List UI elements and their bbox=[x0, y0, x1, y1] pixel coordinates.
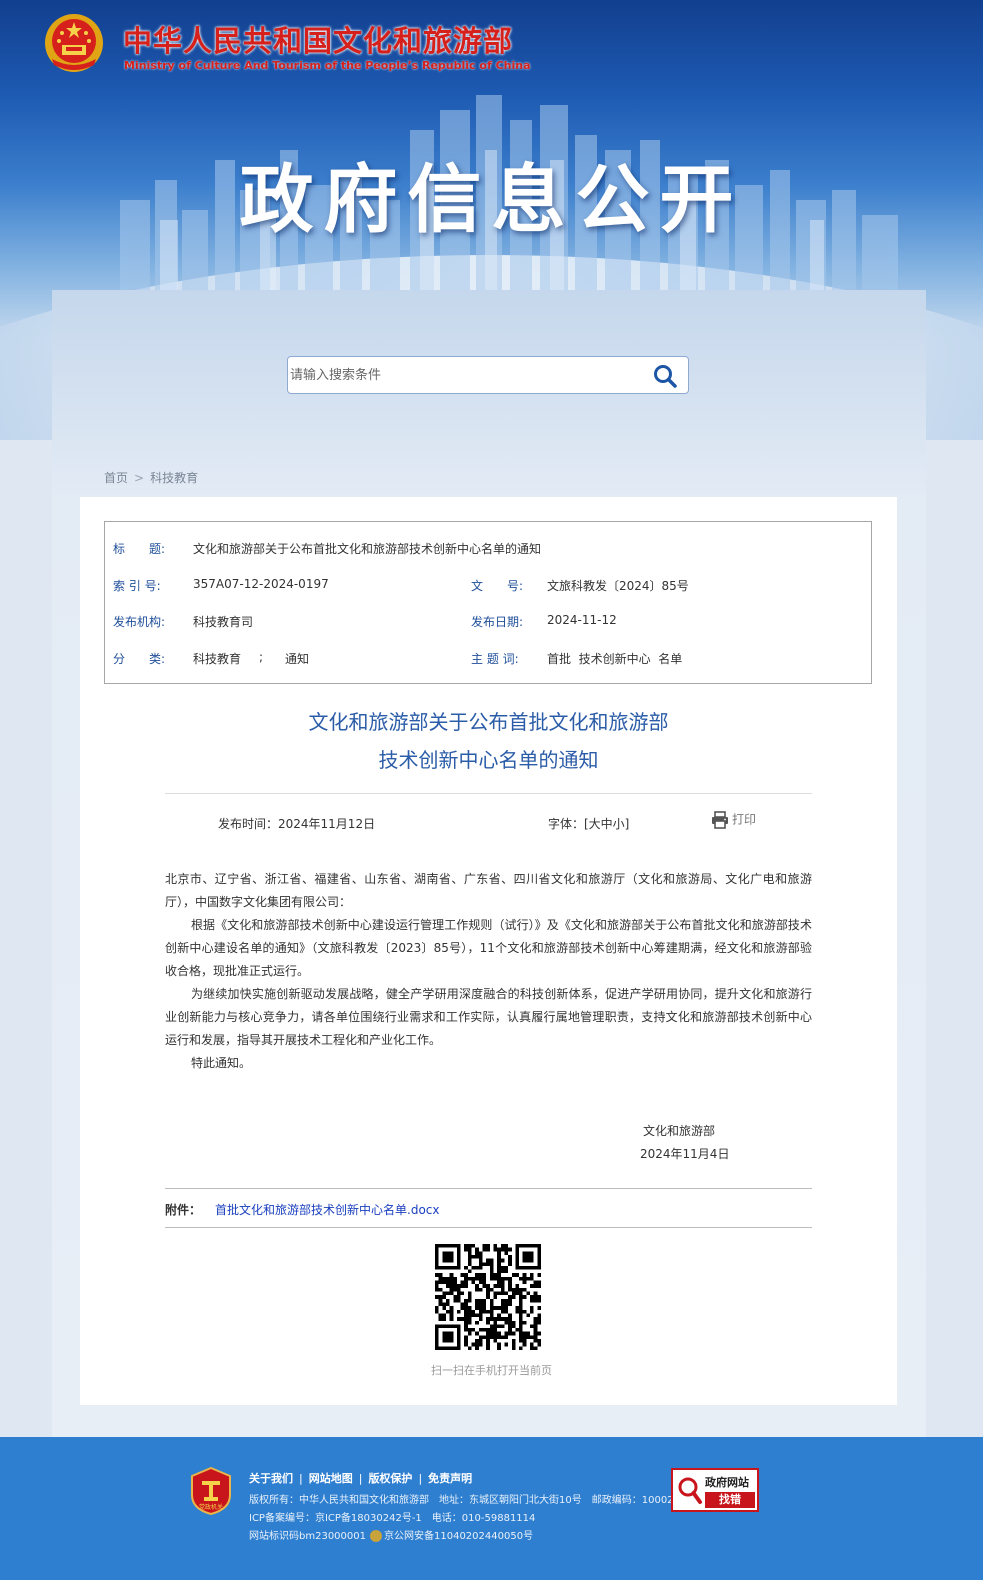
badge-text: 党政机关 bbox=[199, 1503, 223, 1511]
meta-index-label: 索 引 号: bbox=[113, 579, 161, 593]
meta-category-value-2: 通知 bbox=[285, 652, 310, 666]
footer-copyright: 版权所有：中华人民共和国文化和旅游部 bbox=[249, 1495, 429, 1506]
meta-docno-value: 文旅科教发〔2024〕85号 bbox=[547, 579, 689, 593]
article-title-line-1: 文化和旅游部关于公布首批文化和旅游部 bbox=[308, 710, 669, 734]
meta-date-value: 2024-11-12 bbox=[547, 613, 617, 627]
paragraph-1: 根据《文化和旅游部技术创新中心建设运行管理工作规则（试行）》及《文化和旅游部关于… bbox=[165, 918, 812, 978]
footer-link-disclaimer[interactable]: 免责声明 bbox=[428, 1472, 472, 1485]
font-size-switcher[interactable]: 字体：[大中小] bbox=[548, 815, 629, 832]
print-label: 打印 bbox=[732, 812, 757, 827]
meta-title-label: 标 题: bbox=[113, 542, 166, 556]
party-government-badge-icon[interactable]: 党政机关 bbox=[190, 1467, 232, 1515]
footer-id-line: 网站标识码bm23000001 京公网安备11040202440050号 bbox=[249, 1527, 543, 1542]
attachment-link[interactable]: 首批文化和旅游部技术创新中心名单.docx bbox=[215, 1203, 439, 1217]
signature-date: 2024年11月4日 bbox=[640, 1147, 730, 1161]
meta-org-label: 发布机构: bbox=[113, 615, 166, 629]
divider bbox=[165, 1227, 812, 1228]
meta-date-label: 发布日期: bbox=[471, 615, 524, 629]
search-box bbox=[287, 356, 689, 394]
footer-address: 地址：东城区朝阳门北大街10号 bbox=[439, 1495, 582, 1506]
meta-title-value: 文化和旅游部关于公布首批文化和旅游部技术创新中心名单的通知 bbox=[193, 542, 542, 556]
footer: 党政机关 关于我们 | 网站地图 | 版权保护 | 免责声明 版权所有：中华人民共和国文化和… bbox=[0, 1437, 983, 1580]
national-emblem-icon bbox=[45, 14, 103, 72]
article-title-line-2: 技术创新中心名单的通知 bbox=[378, 748, 599, 772]
qr-code-image bbox=[435, 1244, 541, 1350]
meta-category-separator: ; bbox=[259, 650, 264, 664]
publish-time: 发布时间：2024年11月12日 bbox=[218, 817, 376, 831]
footer-link-separator: | bbox=[418, 1472, 423, 1485]
paragraph-2: 为继续加快实施创新驱动发展战略，健全产学研用深度融合的科技创新体系，促进产学研用… bbox=[165, 987, 812, 1047]
footer-site-id: 网站标识码bm23000001 bbox=[249, 1531, 366, 1542]
attachment-label: 附件： bbox=[165, 1203, 202, 1217]
paragraph-3: 特此通知。 bbox=[191, 1056, 252, 1070]
footer-police-record[interactable]: 京公网安备11040202440050号 bbox=[384, 1531, 533, 1542]
article-title: 文化和旅游部关于公布首批文化和旅游部 技术创新中心名单的通知 bbox=[165, 703, 812, 779]
footer-copyright-line: 版权所有：中华人民共和国文化和旅游部 地址：东城区朝阳门北大街10号 邮政编码：10… bbox=[249, 1491, 690, 1506]
footer-link-sitemap[interactable]: 网站地图 bbox=[309, 1472, 353, 1485]
footer-postcode: 邮政编码：100020 bbox=[591, 1495, 680, 1506]
ministry-name-en: Ministry of Culture And Tourism of the P… bbox=[124, 59, 531, 72]
meta-keywords-label: 主 题 词: bbox=[471, 652, 519, 666]
qr-caption: 扫一扫在手机打开当前页 bbox=[431, 1364, 552, 1377]
police-badge-icon bbox=[370, 1530, 382, 1542]
search-input[interactable] bbox=[290, 357, 640, 393]
meta-index-value: 357A07-12-2024-0197 bbox=[193, 577, 329, 591]
find-error-label: 找错 bbox=[705, 1492, 755, 1508]
footer-link-separator: | bbox=[299, 1472, 303, 1485]
signature-org: 文化和旅游部 bbox=[643, 1124, 716, 1138]
footer-icp-line: ICP备案编号：京ICP备18030242号-1 电话：010-59881114 bbox=[249, 1509, 545, 1524]
footer-link-about[interactable]: 关于我们 bbox=[249, 1472, 293, 1485]
find-error-button[interactable]: 政府网站 找错 bbox=[671, 1468, 759, 1512]
breadcrumb-home[interactable]: 首页 bbox=[104, 471, 128, 485]
meta-org-value: 科技教育司 bbox=[193, 615, 254, 629]
meta-keywords-value: 首批 技术创新中心 名单 bbox=[547, 652, 683, 666]
metadata-table: 标 题: 文化和旅游部关于公布首批文化和旅游部技术创新中心名单的通知 索 引 号… bbox=[104, 521, 872, 684]
printer-icon bbox=[712, 811, 728, 829]
salutation: 北京市、辽宁省、浙江省、福建省、山东省、湖南省、广东省、四川省文化和旅游厅（文化… bbox=[165, 872, 812, 909]
breadcrumb-separator: > bbox=[134, 471, 145, 485]
divider bbox=[165, 793, 812, 794]
footer-icp[interactable]: ICP备案编号：京ICP备18030242号-1 bbox=[249, 1513, 422, 1524]
search-icon[interactable] bbox=[652, 363, 678, 389]
meta-category-value-1: 科技教育 bbox=[193, 652, 242, 666]
footer-link-copyright[interactable]: 版权保护 bbox=[368, 1472, 412, 1485]
footer-link-separator: | bbox=[358, 1472, 363, 1485]
attachment-row: 附件： 首批文化和旅游部技术创新中心名单.docx bbox=[165, 1201, 440, 1218]
breadcrumb-current[interactable]: 科技教育 bbox=[150, 471, 198, 485]
footer-links: 关于我们 | 网站地图 | 版权保护 | 免责声明 bbox=[249, 1470, 472, 1486]
meta-docno-label: 文 号: bbox=[471, 579, 524, 593]
magnifier-icon bbox=[678, 1477, 702, 1504]
article-body: 北京市、辽宁省、浙江省、福建省、山东省、湖南省、广东省、四川省文化和旅游厅（文化… bbox=[165, 868, 812, 1075]
meta-category-label: 分 类: bbox=[113, 652, 166, 666]
ministry-name-cn: 中华人民共和国文化和旅游部 bbox=[123, 24, 514, 58]
find-error-title: 政府网站 bbox=[705, 1476, 749, 1489]
print-button[interactable]: 打印 bbox=[710, 810, 756, 830]
divider bbox=[165, 1188, 812, 1189]
breadcrumb: 首页 > 科技教育 bbox=[104, 469, 198, 486]
footer-phone: 电话：010-59881114 bbox=[431, 1513, 536, 1524]
hero-title: 政府信息公开 bbox=[239, 157, 744, 243]
